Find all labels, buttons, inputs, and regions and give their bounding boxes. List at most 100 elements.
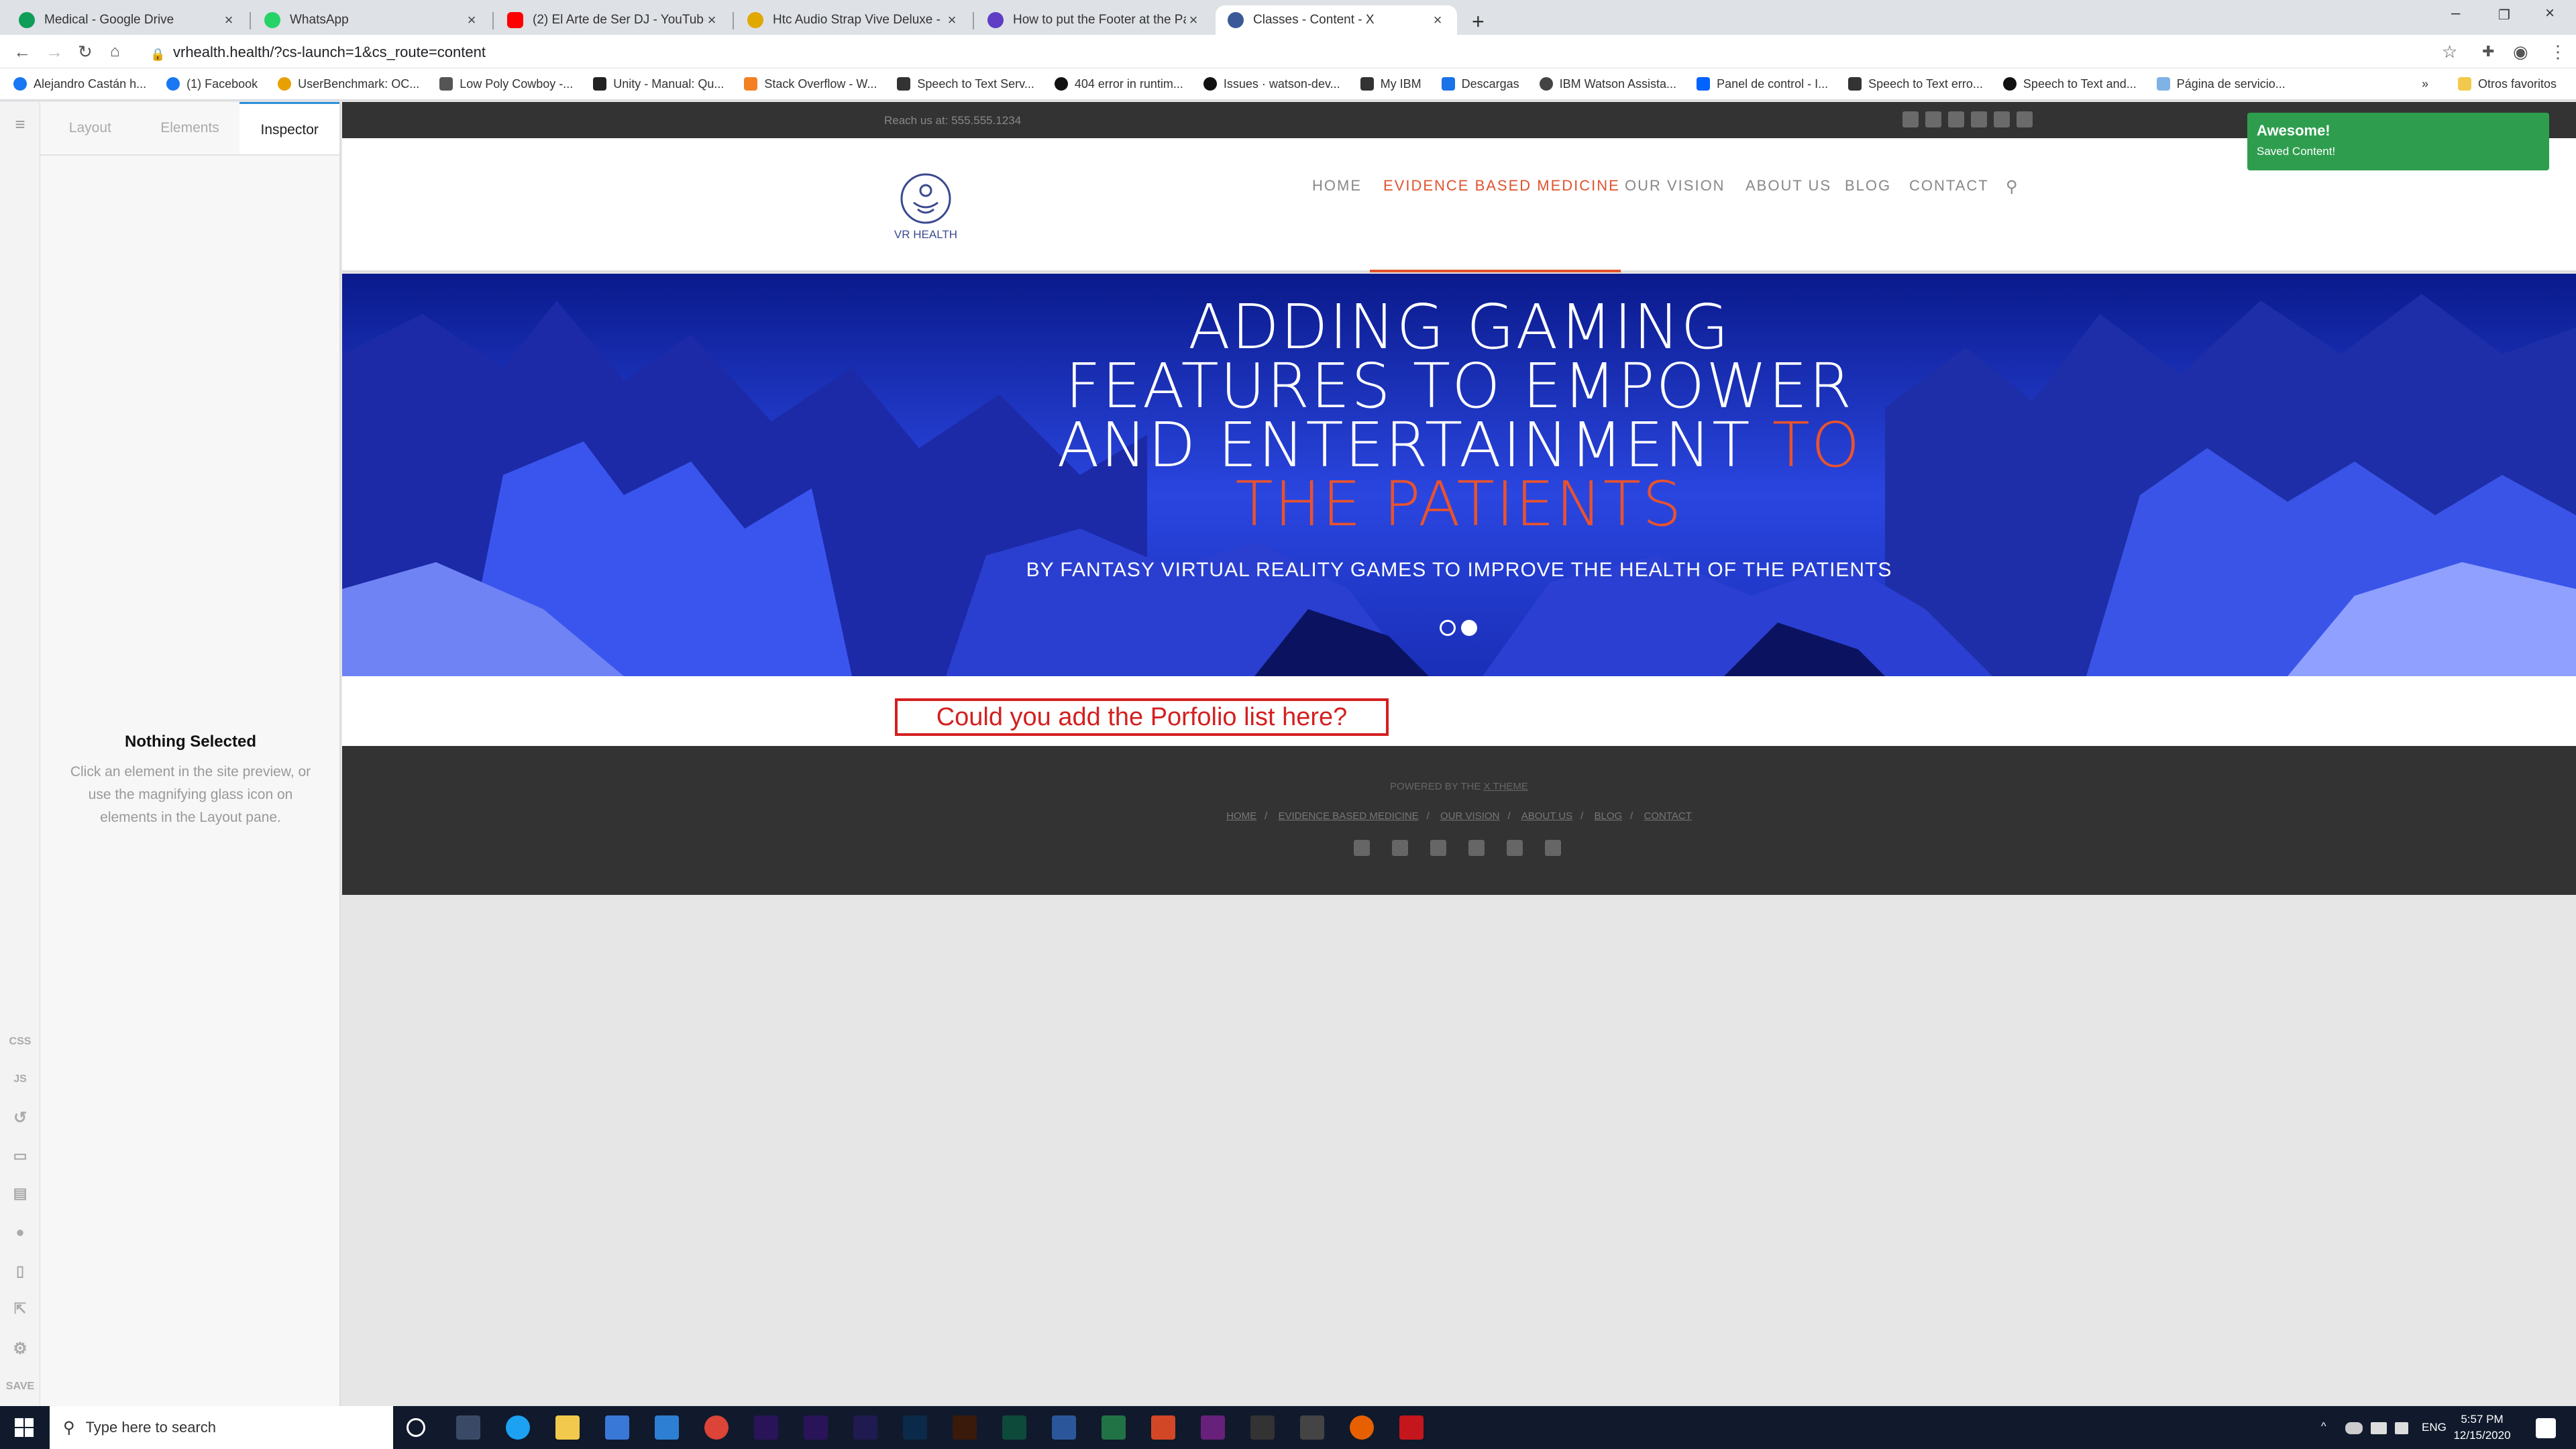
taskbar-search-box[interactable]: ⚲ Type here to search xyxy=(50,1406,393,1449)
bookmark-item[interactable]: Alejandro Castán h... xyxy=(13,77,146,91)
footer-link-blog[interactable]: BLOG xyxy=(1594,810,1622,822)
facebook-icon[interactable] xyxy=(1354,840,1370,856)
tab-inspector[interactable]: Inspector xyxy=(239,102,340,154)
unity-icon[interactable] xyxy=(1250,1415,1275,1440)
media-encoder-icon[interactable] xyxy=(804,1415,828,1440)
bookmark-item[interactable]: Panel de control - I... xyxy=(1697,77,1828,91)
footer-link-contact[interactable]: CONTACT xyxy=(1644,810,1692,822)
file-explorer-icon[interactable] xyxy=(555,1415,580,1440)
restore-icon[interactable]: ❐ xyxy=(2498,7,2510,23)
obs-icon[interactable] xyxy=(1300,1415,1324,1440)
settings-gear-icon[interactable]: ⚙ xyxy=(0,1339,40,1358)
bookmark-item[interactable]: 404 error in runtim... xyxy=(1054,77,1183,91)
back-icon[interactable]: ← xyxy=(13,42,31,62)
cortana-icon[interactable] xyxy=(407,1418,425,1437)
nav-contact[interactable]: CONTACT xyxy=(1909,177,1989,195)
google-plus-icon[interactable] xyxy=(1430,840,1446,856)
notifications-icon[interactable] xyxy=(2536,1418,2556,1438)
view-site-icon[interactable]: ⇱ xyxy=(0,1300,40,1318)
powerpoint-icon[interactable] xyxy=(1151,1415,1175,1440)
css-button[interactable]: CSS xyxy=(0,1036,40,1048)
forward-icon[interactable]: → xyxy=(46,42,63,62)
js-button[interactable]: JS xyxy=(0,1073,40,1085)
save-notification-toast[interactable]: Awesome! Saved Content! xyxy=(2247,113,2549,170)
onedrive-icon[interactable] xyxy=(2345,1422,2363,1434)
browser-tab-active[interactable]: Classes - Content - X × xyxy=(1216,5,1457,35)
edge-icon[interactable] xyxy=(506,1415,530,1440)
close-tab-icon[interactable]: × xyxy=(1186,11,1201,29)
close-tab-icon[interactable]: × xyxy=(945,11,959,29)
firefox-icon[interactable] xyxy=(1350,1415,1374,1440)
google-plus-icon[interactable] xyxy=(1948,111,1964,127)
responsive-icon[interactable]: ▯ xyxy=(0,1263,40,1280)
close-tab-icon[interactable]: × xyxy=(1430,11,1445,29)
twitter-icon[interactable] xyxy=(1925,111,1941,127)
home-icon[interactable]: ⌂ xyxy=(110,42,120,62)
menu-kebab-icon[interactable]: ⋮ xyxy=(2549,42,2567,62)
bookmark-item[interactable]: Speech to Text Serv... xyxy=(897,77,1034,91)
slider-dot[interactable] xyxy=(1440,620,1456,636)
add-circle-icon[interactable]: ● xyxy=(0,1224,40,1241)
templates-icon[interactable]: ▭ xyxy=(0,1147,40,1165)
after-effects-icon[interactable] xyxy=(853,1415,877,1440)
reload-icon[interactable]: ↻ xyxy=(78,42,93,62)
linkedin-icon[interactable] xyxy=(1468,840,1485,856)
screen-recorder-icon[interactable] xyxy=(1399,1415,1424,1440)
site-logo[interactable]: VR HEALTH xyxy=(885,172,966,241)
save-button[interactable]: SAVE xyxy=(0,1381,40,1393)
linkedin-icon[interactable] xyxy=(1971,111,1987,127)
tab-layout[interactable]: Layout xyxy=(40,102,140,154)
url-input[interactable]: vrhealth.health/?cs-launch=1&cs_route=co… xyxy=(173,44,486,61)
bookmark-item[interactable]: Descargas xyxy=(1441,77,1519,91)
mail-icon[interactable] xyxy=(655,1415,679,1440)
nav-our-vision[interactable]: OUR VISION xyxy=(1625,177,1725,195)
facebook-icon[interactable] xyxy=(1902,111,1919,127)
bookmark-item[interactable]: Low Poly Cowboy -... xyxy=(439,77,573,91)
new-tab-button[interactable]: + xyxy=(1460,7,1489,36)
network-icon[interactable] xyxy=(2371,1422,2387,1434)
xing-icon[interactable] xyxy=(1994,111,2010,127)
premiere-icon[interactable] xyxy=(754,1415,778,1440)
browser-tab[interactable]: Medical - Google Drive × xyxy=(7,5,248,35)
taskbar-clock[interactable]: 5:57 PM 12/15/2020 xyxy=(2442,1411,2522,1444)
tray-chevron-icon[interactable]: ^ xyxy=(2321,1421,2334,1434)
browser-tab[interactable]: Htc Audio Strap Vive Deluxe - C × xyxy=(735,5,971,35)
twitter-icon[interactable] xyxy=(1392,840,1408,856)
excel-icon[interactable] xyxy=(1102,1415,1126,1440)
footer-link-home[interactable]: HOME xyxy=(1226,810,1256,822)
browser-tab[interactable]: WhatsApp × xyxy=(252,5,491,35)
browser-tab[interactable]: How to put the Footer at the Pag × xyxy=(975,5,1213,35)
bookmark-item[interactable]: IBM Watson Assista... xyxy=(1539,77,1676,91)
close-tab-icon[interactable]: × xyxy=(221,11,236,29)
tab-elements[interactable]: Elements xyxy=(140,102,240,154)
rss-icon[interactable] xyxy=(2017,111,2033,127)
minimize-icon[interactable]: – xyxy=(2451,4,2460,23)
other-bookmarks-folder[interactable]: Otros favoritos xyxy=(2458,77,2557,91)
close-tab-icon[interactable]: × xyxy=(704,11,719,29)
bookmark-item[interactable]: Unity - Manual: Qu... xyxy=(593,77,724,91)
footer-link-evidence[interactable]: EVIDENCE BASED MEDICINE xyxy=(1278,810,1418,822)
rss-icon[interactable] xyxy=(1545,840,1561,856)
store-icon[interactable] xyxy=(605,1415,629,1440)
volume-icon[interactable] xyxy=(2395,1422,2408,1434)
x-theme-link[interactable]: X THEME xyxy=(1484,781,1528,792)
browser-tab[interactable]: (2) El Arte de Ser DJ - YouTube × xyxy=(495,5,731,35)
bookmark-item[interactable]: Speech to Text and... xyxy=(2002,77,2137,91)
nav-blog[interactable]: BLOG xyxy=(1845,177,1891,195)
chrome-icon[interactable] xyxy=(704,1415,729,1440)
extensions-icon[interactable]: ✚ xyxy=(2482,42,2494,62)
word-icon[interactable] xyxy=(1052,1415,1076,1440)
more-bookmarks-icon[interactable]: » xyxy=(2422,77,2428,91)
illustrator-icon[interactable] xyxy=(953,1415,977,1440)
bookmark-item[interactable]: Issues · watson-dev... xyxy=(1203,77,1340,91)
close-tab-icon[interactable]: × xyxy=(464,11,479,29)
photoshop-icon[interactable] xyxy=(903,1415,927,1440)
bookmark-star-icon[interactable]: ☆ xyxy=(2442,42,2457,62)
xing-icon[interactable] xyxy=(1507,840,1523,856)
bookmark-item[interactable]: Speech to Text erro... xyxy=(1848,77,1983,91)
footer-link-our-vision[interactable]: OUR VISION xyxy=(1440,810,1499,822)
bookmark-item[interactable]: Stack Overflow - W... xyxy=(744,77,877,91)
profile-avatar-icon[interactable]: ◉ xyxy=(2513,42,2528,62)
bookmark-item[interactable]: (1) Facebook xyxy=(166,77,258,91)
search-icon[interactable]: ⚲ xyxy=(2006,177,2019,197)
